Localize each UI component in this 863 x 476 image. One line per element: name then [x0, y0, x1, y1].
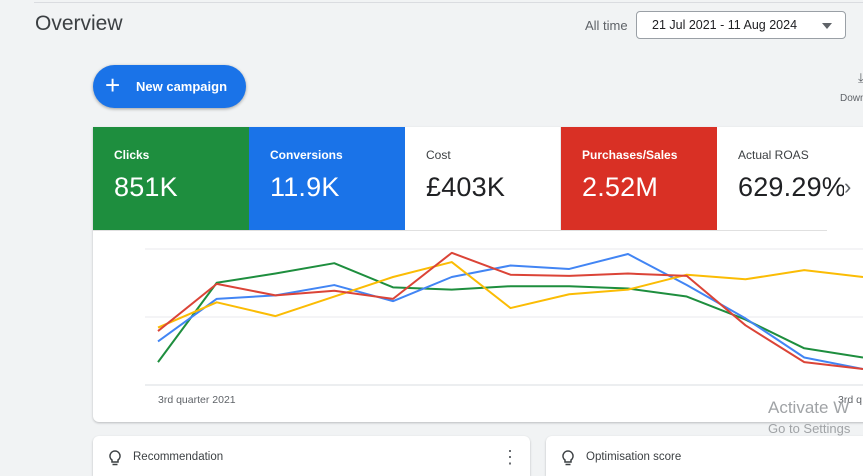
metric-value: 629.29%: [738, 172, 844, 202]
metric-tile-purchases[interactable]: Purchases/Sales 2.52M: [561, 127, 717, 230]
new-campaign-button[interactable]: + New campaign: [93, 65, 246, 108]
date-range-value: 21 Jul 2021 - 11 Aug 2024: [652, 18, 798, 32]
date-range-select[interactable]: 21 Jul 2021 - 11 Aug 2024: [636, 11, 846, 39]
activate-windows-watermark: Activate W Go to Settings: [768, 398, 850, 436]
download-button[interactable]: ⤓ Down: [838, 70, 863, 110]
watermark-line-1: Activate W: [768, 398, 850, 417]
chart-series-line-3: [157, 261, 863, 329]
metric-value: 851K: [114, 172, 178, 202]
recommendation-title: Recommendation: [133, 451, 224, 463]
lightbulb-icon: [109, 450, 121, 466]
header-divider: [34, 2, 863, 3]
lightbulb-icon: [562, 450, 574, 466]
plus-icon: +: [105, 70, 121, 100]
metric-label: Cost: [426, 148, 451, 162]
page-title: Overview: [35, 12, 123, 35]
metric-value: £403K: [426, 172, 506, 202]
recommendation-card[interactable]: Recommendation ⋮: [93, 436, 530, 476]
performance-line-chart: 3rd quarter 2021 3rd q: [145, 248, 863, 406]
x-tick-label: 3rd quarter 2021: [158, 394, 236, 406]
metric-tile-cost[interactable]: Cost £403K: [405, 127, 561, 230]
date-range-label: All time: [585, 18, 628, 33]
new-campaign-label: New campaign: [136, 79, 228, 94]
more-vert-icon[interactable]: ⋮: [501, 447, 519, 468]
metric-tile-conversions[interactable]: Conversions 11.9K: [249, 127, 405, 230]
metric-tile-clicks[interactable]: Clicks 851K: [93, 127, 249, 230]
chart-series-line-2: [157, 253, 863, 370]
watermark-line-2: Go to Settings: [768, 421, 851, 436]
performance-card: Clicks 851K Conversions 11.9K Cost £403K…: [93, 127, 863, 422]
chart-series-line-4: [157, 251, 863, 370]
optimisation-score-card[interactable]: Optimisation score: [546, 436, 863, 476]
metric-label: Conversions: [270, 148, 343, 162]
chevron-right-icon[interactable]: ›: [844, 174, 851, 200]
metric-value: 11.9K: [270, 172, 340, 202]
download-icon: ⤓: [858, 70, 863, 85]
metric-label: Purchases/Sales: [582, 148, 678, 162]
optimisation-score-title: Optimisation score: [586, 451, 682, 463]
metric-label: Clicks: [114, 148, 150, 162]
caret-down-icon: [822, 23, 832, 29]
metric-value: 2.52M: [582, 172, 659, 202]
metric-label: Actual ROAS: [738, 148, 809, 162]
download-label: Down: [840, 93, 863, 104]
metric-tile-actual-roas[interactable]: Actual ROAS 629.29%: [717, 127, 844, 230]
